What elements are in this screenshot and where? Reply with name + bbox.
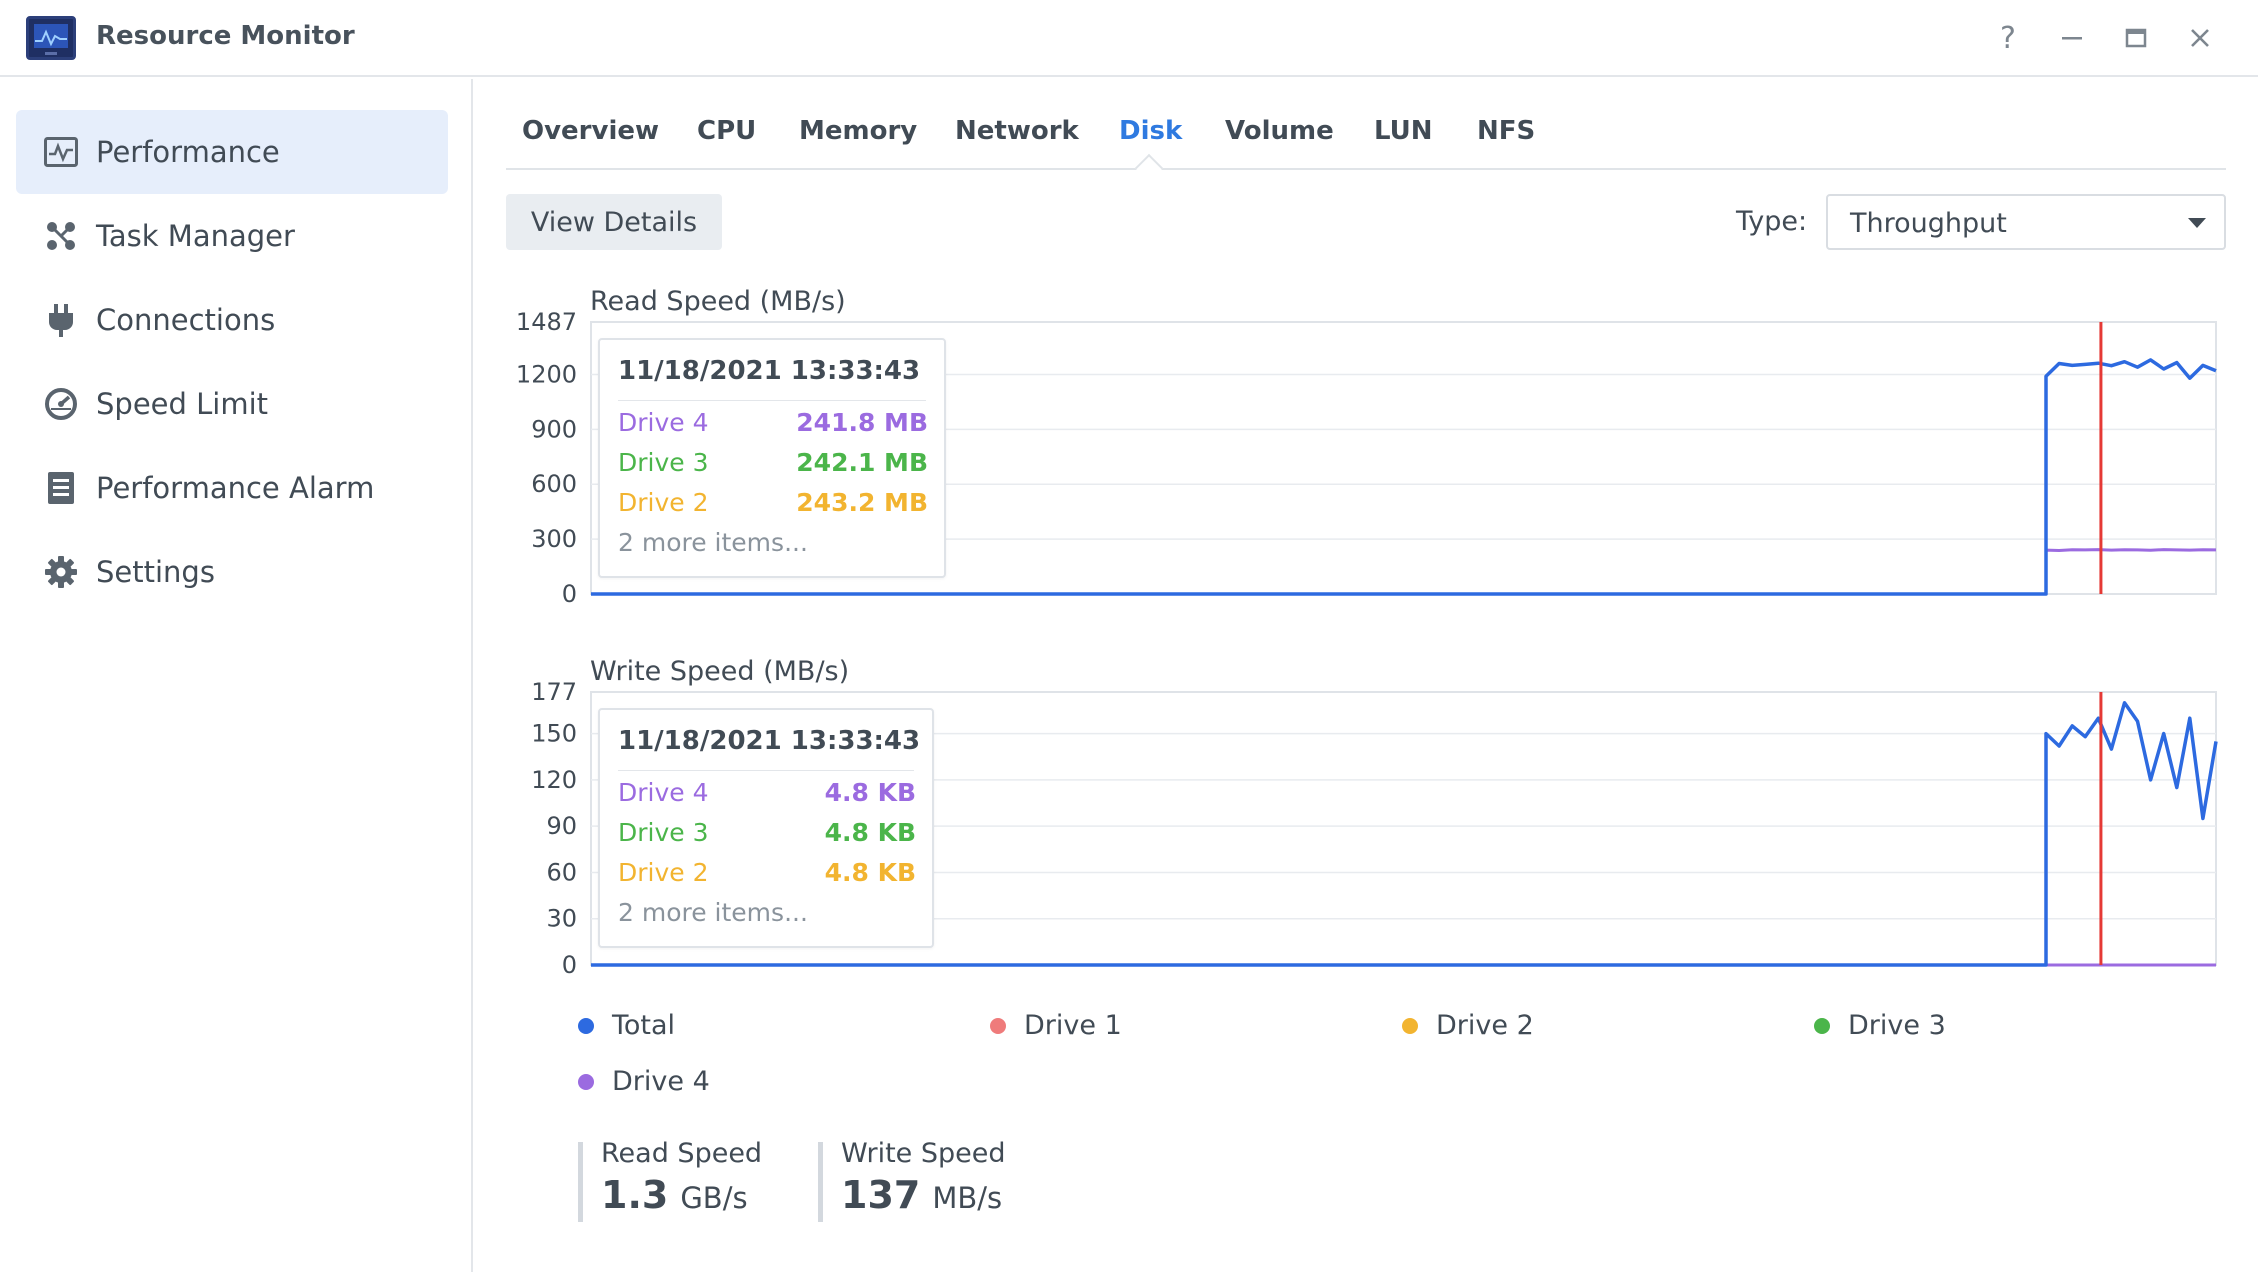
tooltip-row-value: 242.1 MB — [796, 448, 928, 477]
y-tick-label: 1200 — [516, 360, 577, 388]
write-speed-summary: Write Speed 137 MB/s — [818, 1138, 1006, 1222]
y-tick-label: 900 — [531, 415, 577, 443]
y-tick-label: 0 — [562, 951, 577, 979]
tooltip-row-name: Drive 2 — [618, 858, 709, 887]
tooltip-row-value: 4.8 KB — [824, 818, 916, 847]
read-chart-tooltip: 11/18/2021 13:33:43 Drive 4 241.8 MB Dri… — [598, 338, 946, 578]
y-tick-label: 300 — [531, 525, 577, 553]
summary-number: 137 — [841, 1173, 921, 1217]
legend-label: Drive 1 — [1024, 1010, 1122, 1041]
y-tick-label: 0 — [562, 580, 577, 608]
tooltip-row: Drive 3 242.1 MB — [618, 448, 928, 480]
tooltip-row-value: 4.8 KB — [824, 778, 916, 807]
legend-item-drive-1[interactable]: Drive 1 — [990, 1010, 1122, 1041]
legend-item-drive-2[interactable]: Drive 2 — [1402, 1010, 1534, 1041]
legend-dot-icon — [578, 1073, 594, 1090]
y-tick-label: 1487 — [516, 308, 577, 336]
read-speed-summary: Read Speed 1.3 GB/s — [578, 1138, 762, 1222]
tooltip-row-value: 243.2 MB — [796, 488, 928, 517]
y-tick-label: 60 — [546, 858, 577, 886]
charts-canvas: 0 300 600 900 1200 1487 0 30 60 90 120 150 177 — [516, 308, 2218, 979]
summary-value: 137 MB/s — [841, 1173, 1006, 1217]
legend-dot-icon — [990, 1017, 1006, 1034]
tooltip-row-value: 4.8 KB — [824, 858, 916, 887]
tooltip-time: 11/18/2021 13:33:43 — [618, 356, 921, 386]
legend-dot-icon — [1402, 1017, 1418, 1034]
legend-label: Total — [612, 1010, 676, 1041]
legend-item-total[interactable]: Total — [578, 1010, 675, 1041]
legend-item-drive-3[interactable]: Drive 3 — [1814, 1010, 1946, 1041]
tooltip-row-name: Drive 4 — [618, 778, 709, 807]
summary-unit: MB/s — [932, 1181, 1003, 1215]
tooltip-row: Drive 4 4.8 KB — [618, 778, 916, 810]
tooltip-row: Drive 4 241.8 MB — [618, 408, 928, 440]
y-tick-label: 30 — [546, 905, 577, 933]
legend-item-drive-4[interactable]: Drive 4 — [578, 1066, 710, 1097]
write-chart-tooltip: 11/18/2021 13:33:43 Drive 4 4.8 KB Drive… — [598, 708, 934, 948]
summary-label: Read Speed — [601, 1138, 763, 1169]
legend-dot-icon — [1814, 1017, 1830, 1034]
tooltip-row: Drive 3 4.8 KB — [618, 818, 916, 850]
tooltip-row-name: Drive 3 — [618, 448, 709, 477]
tooltip-time: 11/18/2021 13:33:43 — [618, 726, 921, 756]
legend-dot-icon — [578, 1017, 594, 1034]
tooltip-row-name: Drive 2 — [618, 488, 709, 517]
tooltip-row: Drive 2 243.2 MB — [618, 488, 928, 520]
summary-number: 1.3 — [601, 1173, 669, 1217]
legend-label: Drive 4 — [612, 1066, 710, 1097]
tooltip-row-name: Drive 3 — [618, 818, 709, 847]
summary-value: 1.3 GB/s — [601, 1173, 762, 1217]
tooltip-more-items: 2 more items... — [618, 528, 808, 557]
y-tick-label: 177 — [531, 678, 577, 706]
tooltip-more-items: 2 more items... — [618, 898, 808, 927]
legend-label: Drive 2 — [1436, 1010, 1534, 1041]
summary-label: Write Speed — [841, 1138, 1006, 1169]
y-tick-label: 600 — [531, 470, 577, 498]
y-tick-label: 150 — [531, 720, 577, 748]
y-tick-label: 120 — [531, 766, 577, 794]
summary-unit: GB/s — [680, 1181, 748, 1215]
tooltip-row-value: 241.8 MB — [796, 408, 928, 437]
y-tick-label: 90 — [546, 812, 577, 840]
tooltip-row-name: Drive 4 — [618, 408, 709, 437]
legend-label: Drive 3 — [1848, 1010, 1946, 1041]
tooltip-row: Drive 2 4.8 KB — [618, 858, 916, 890]
